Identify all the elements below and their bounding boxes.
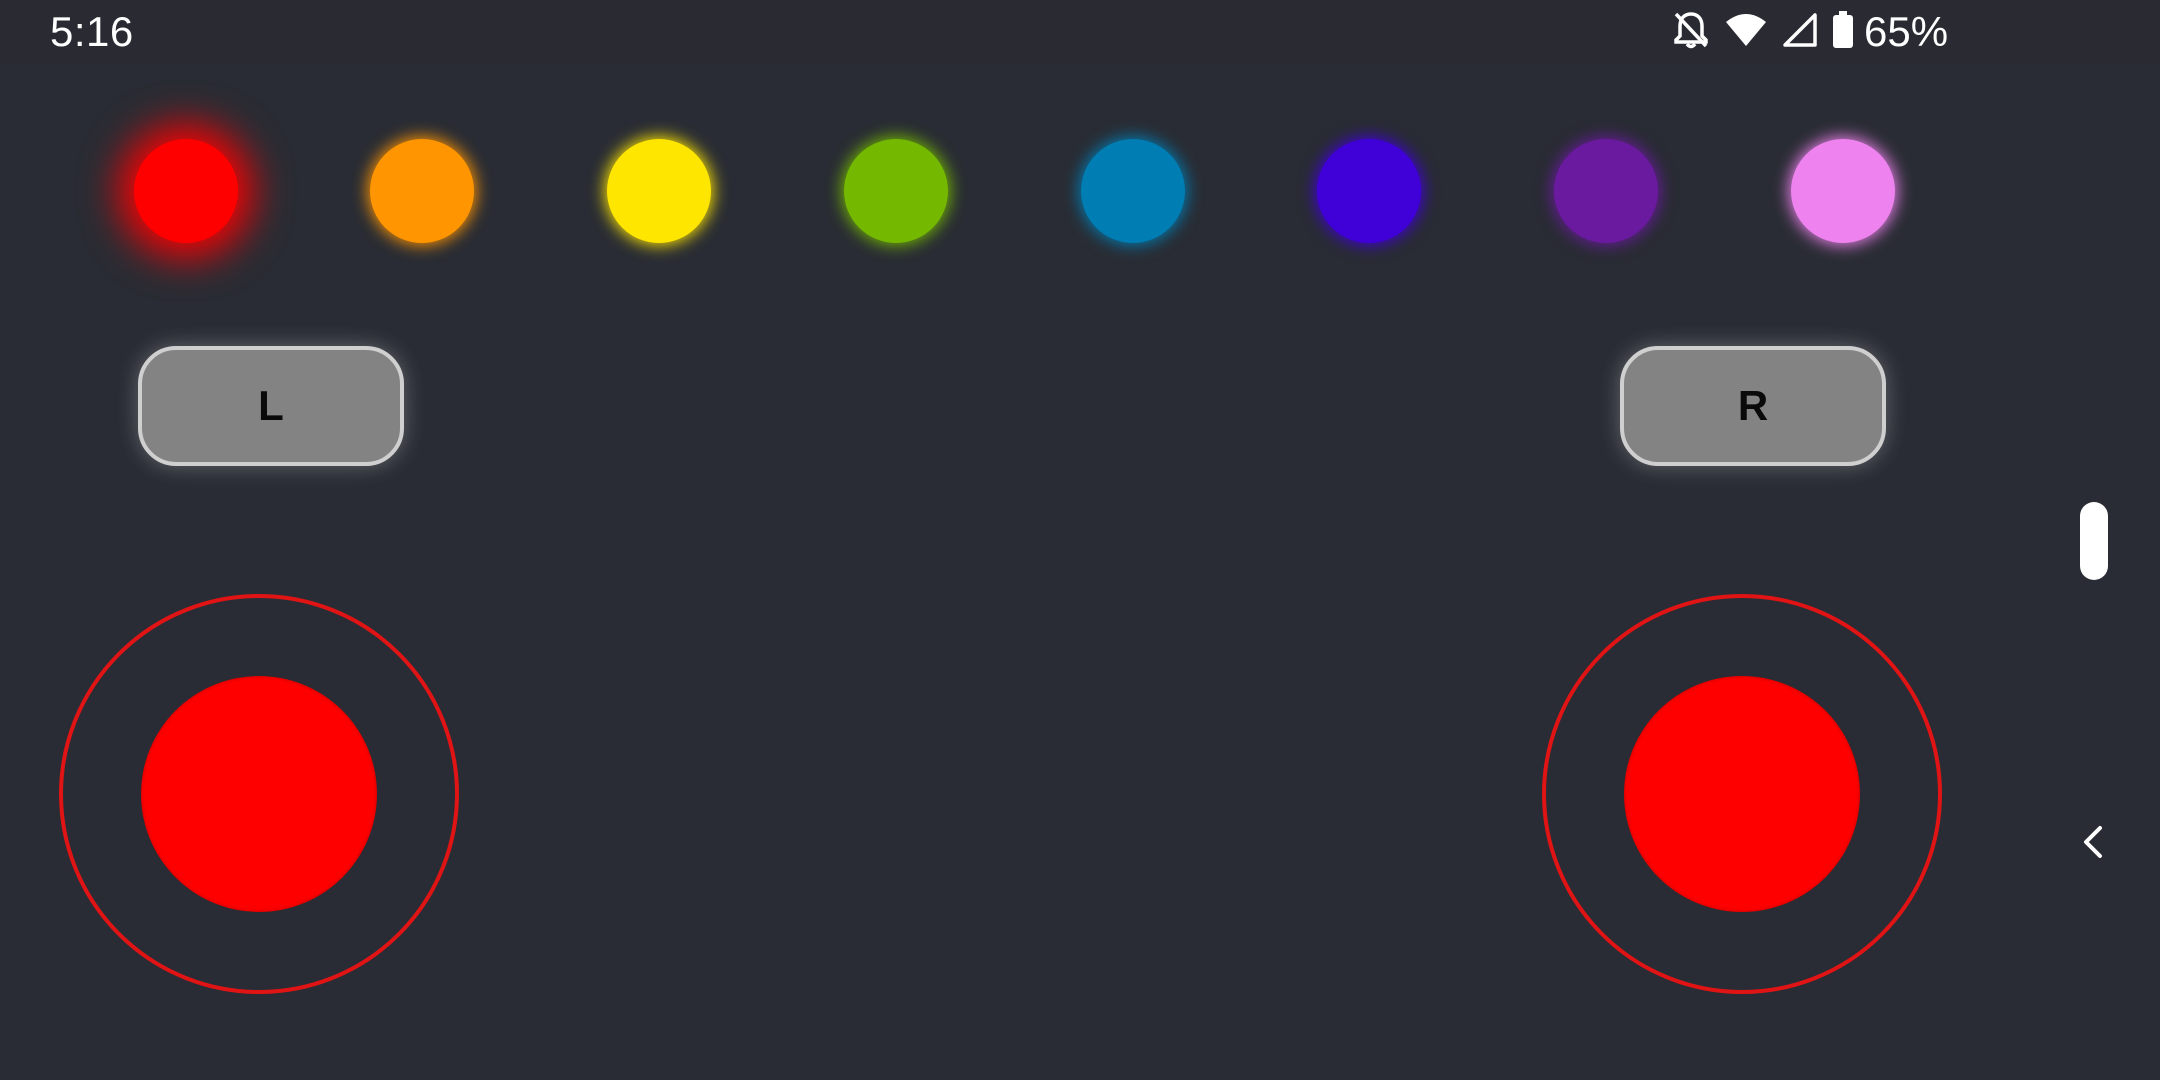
battery-icon xyxy=(1832,10,1854,54)
color-dot-indigo[interactable] xyxy=(1317,139,1421,243)
left-joystick-knob[interactable] xyxy=(141,676,377,912)
wifi-icon xyxy=(1724,12,1768,53)
color-dot-yellow[interactable] xyxy=(607,139,711,243)
color-dot-red[interactable] xyxy=(134,139,238,243)
color-dot-orange[interactable] xyxy=(370,139,474,243)
side-panel-handle[interactable] xyxy=(2080,502,2108,580)
right-shoulder-button[interactable]: R xyxy=(1620,346,1886,466)
color-dot-green[interactable] xyxy=(844,139,948,243)
notifications-off-icon xyxy=(1672,10,1710,55)
status-time: 5:16 xyxy=(50,8,134,55)
status-icons: 65% xyxy=(1672,8,1949,55)
right-button-label: R xyxy=(1737,382,1769,429)
right-joystick-knob[interactable] xyxy=(1624,676,1860,912)
status-bar: 5:16 65% xyxy=(0,0,2160,64)
controller-screen: 5:16 65% L R xyxy=(0,0,2160,1080)
left-shoulder-button[interactable]: L xyxy=(138,346,404,466)
left-button-label: L xyxy=(258,382,284,429)
left-joystick[interactable] xyxy=(59,594,459,994)
color-dot-pink[interactable] xyxy=(1791,139,1895,243)
color-dot-purple[interactable] xyxy=(1554,139,1658,243)
battery-percent: 65% xyxy=(1864,8,1949,55)
color-dot-blue[interactable] xyxy=(1081,139,1185,243)
back-chevron-icon[interactable] xyxy=(2078,822,2110,862)
right-joystick[interactable] xyxy=(1542,594,1942,994)
cell-signal-icon xyxy=(1782,12,1818,53)
